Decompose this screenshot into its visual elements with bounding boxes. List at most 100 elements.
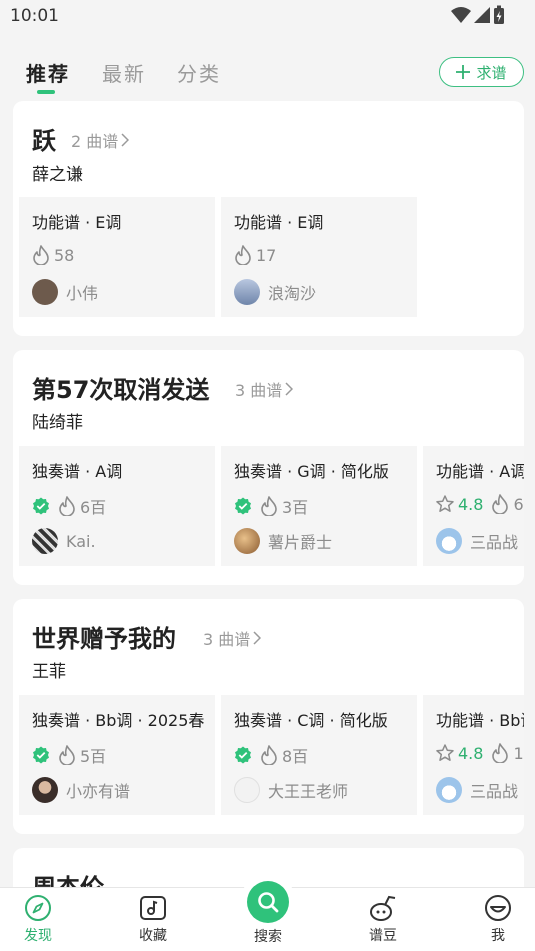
status-icons <box>451 5 505 25</box>
song-title[interactable]: 第57次取消发送 <box>32 370 209 405</box>
uploader[interactable]: 小伟 <box>32 279 98 305</box>
sheet-count-label: 3 曲谱 <box>235 381 283 400</box>
search-icon <box>258 892 279 913</box>
flame-icon <box>59 745 75 765</box>
flame-icon <box>59 496 75 516</box>
nav-search[interactable] <box>247 881 289 923</box>
compass-icon <box>25 895 51 921</box>
uploader[interactable]: Kai. <box>32 528 96 554</box>
avatar <box>436 528 462 554</box>
hot-count: 17 <box>256 245 277 265</box>
tab-active-indicator <box>37 90 55 94</box>
plus-icon <box>456 65 471 79</box>
sheet-tile[interactable]: 功能谱 · E调 58 小伟 <box>19 197 215 317</box>
meta-row: 4.8 6 <box>436 494 524 514</box>
battery-icon <box>494 5 504 24</box>
star-icon <box>436 744 454 761</box>
wifi-icon <box>451 7 471 23</box>
uploader[interactable]: 三品战 <box>436 528 518 554</box>
bean-icon <box>370 895 396 921</box>
chevron-right-icon <box>285 382 294 396</box>
nav-search-label: 搜索 <box>254 929 282 945</box>
signal-icon <box>474 7 490 23</box>
sheet-tile[interactable]: 功能谱 · E调 17 浪淘沙 <box>221 197 417 317</box>
verified-icon <box>235 497 251 515</box>
sheet-count-label: 2 曲谱 <box>71 132 119 151</box>
uploader-name: 薯片爵士 <box>268 533 333 552</box>
verified-icon <box>235 746 251 764</box>
sheet-count[interactable]: 3 曲谱 <box>235 377 294 401</box>
request-sheet-button[interactable]: 求谱 <box>439 57 524 87</box>
uploader-name: 三品战 <box>470 533 519 552</box>
meta-row: 58 <box>32 245 74 265</box>
nav-favorites[interactable]: 收藏 <box>123 894 183 945</box>
rating-value: 4.8 <box>458 743 484 763</box>
sheet-type: 独奏谱 · C调 · 简化版 <box>234 711 388 730</box>
song-card[interactable]: 世界赠予我的 3 曲谱 王菲 独奏谱 · Bb调 · 2025春 5百 小亦有谱… <box>13 599 524 834</box>
sheet-tile[interactable]: 独奏谱 · G调 · 简化版 3百 薯片爵士 <box>221 446 417 566</box>
sheet-tile[interactable]: 独奏谱 · Bb调 · 2025春 5百 小亦有谱 <box>19 695 215 815</box>
flame-icon <box>261 745 277 765</box>
sheet-type: 功能谱 · E调 <box>32 213 122 232</box>
sheet-tile[interactable]: 功能谱 · Bb调 4.8 1 三品战 <box>423 695 524 815</box>
uploader[interactable]: 大王王老师 <box>234 777 348 803</box>
sheet-tile[interactable]: 功能谱 · A调 4.8 6 三品战 <box>423 446 524 566</box>
nav-me[interactable]: 我 <box>468 894 528 945</box>
sheet-tile[interactable]: 独奏谱 · C调 · 简化版 8百 大王王老师 <box>221 695 417 815</box>
meta-row: 3百 <box>234 494 308 518</box>
uploader-name: 浪淘沙 <box>268 284 317 303</box>
nav-favorites-label: 收藏 <box>139 928 167 944</box>
sheet-tile[interactable]: 独奏谱 · A调 6百 Kai. <box>19 446 215 566</box>
artist-name[interactable]: 薛之谦 <box>32 160 83 185</box>
sheet-type: 功能谱 · E调 <box>234 213 324 232</box>
nav-beans[interactable]: 谱豆 <box>353 894 413 945</box>
uploader[interactable]: 薯片爵士 <box>234 528 332 554</box>
sheet-count[interactable]: 2 曲谱 <box>71 128 130 152</box>
tab-category[interactable]: 分类 <box>177 58 221 87</box>
flame-icon <box>235 245 251 265</box>
song-card[interactable]: 跃 2 曲谱 薛之谦 功能谱 · E调 58 小伟 功能谱 · E调 17 浪淘… <box>13 101 524 336</box>
verified-icon <box>33 746 49 764</box>
chevron-right-icon <box>253 631 262 645</box>
flame-icon <box>33 245 49 265</box>
avatar <box>32 279 58 305</box>
hot-count: 5百 <box>80 747 107 766</box>
hot-count: 6百 <box>80 498 107 517</box>
rating-value: 4.8 <box>458 494 484 514</box>
artist-name[interactable]: 陆绮菲 <box>32 408 83 433</box>
tab-recommend[interactable]: 推荐 <box>26 58 70 87</box>
status-bar: 10:01 <box>0 0 535 32</box>
avatar <box>234 279 260 305</box>
sheet-type: 功能谱 · Bb调 <box>436 711 524 730</box>
uploader[interactable]: 三品战 <box>436 777 518 803</box>
meta-row: 4.8 1 <box>436 743 524 763</box>
uploader[interactable]: 小亦有谱 <box>32 777 130 803</box>
hot-count: 1 <box>513 743 524 763</box>
chevron-right-icon <box>121 133 130 147</box>
sheet-count[interactable]: 3 曲谱 <box>203 626 262 650</box>
uploader-name: Kai. <box>66 531 96 551</box>
nav-discover[interactable]: 发现 <box>8 894 68 945</box>
tab-latest[interactable]: 最新 <box>102 58 146 87</box>
nav-beans-label: 谱豆 <box>369 928 397 944</box>
nav-discover-label: 发现 <box>24 928 52 944</box>
nav-me-label: 我 <box>491 928 505 944</box>
song-title[interactable]: 跃 <box>32 121 56 156</box>
hot-count: 6 <box>513 494 524 514</box>
star-icon <box>436 495 454 512</box>
meta-row: 6百 <box>32 494 106 518</box>
status-time: 10:01 <box>10 6 59 26</box>
artist-name[interactable]: 王菲 <box>32 657 66 682</box>
face-icon <box>485 895 511 921</box>
meta-row: 8百 <box>234 743 308 767</box>
song-title[interactable]: 世界赠予我的 <box>32 619 176 654</box>
avatar <box>32 528 58 554</box>
sheet-type: 功能谱 · A调 <box>436 462 524 481</box>
uploader[interactable]: 浪淘沙 <box>234 279 316 305</box>
song-card[interactable]: 第57次取消发送 3 曲谱 陆绮菲 独奏谱 · A调 6百 Kai. 独奏谱 ·… <box>13 350 524 585</box>
meta-row: 17 <box>234 245 276 265</box>
flame-icon <box>261 496 277 516</box>
uploader-name: 大王王老师 <box>268 782 349 801</box>
avatar <box>234 528 260 554</box>
uploader-name: 小伟 <box>66 284 99 303</box>
